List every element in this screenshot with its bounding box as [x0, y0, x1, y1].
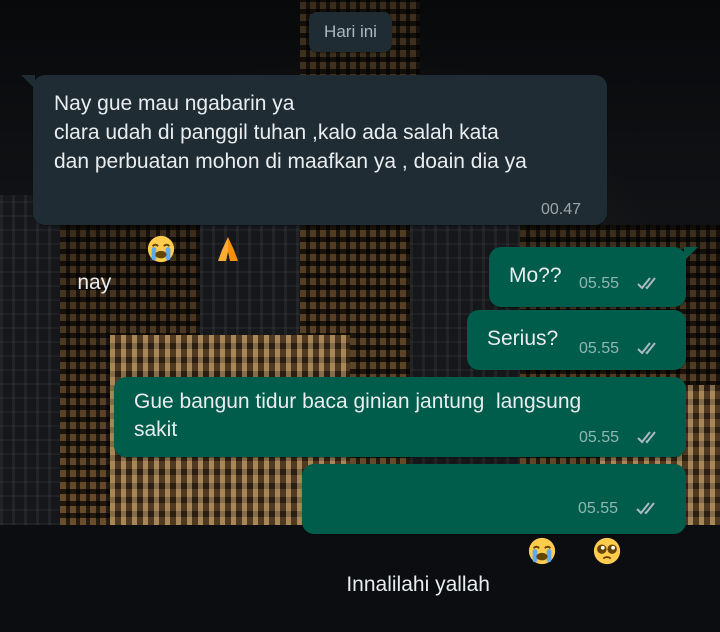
- message-line: dan perbuatan mohon di maafkan ya , doai…: [54, 150, 527, 173]
- message-line-text: nay: [77, 271, 112, 294]
- message-timestamp: 00.47: [541, 201, 582, 218]
- message-line: clara udah di panggil tuhan ,kalo ada sa…: [54, 121, 499, 144]
- date-separator-label: Hari ini: [324, 22, 377, 41]
- outgoing-message[interactable]: Innalilahi yallah 05.55: [302, 464, 686, 596]
- message-timestamp: 05.55: [578, 500, 619, 517]
- message-line: Gue bangun tidur baca ginian jantung lan…: [134, 390, 582, 413]
- loudly-crying-face-icon: [492, 507, 557, 603]
- read-receipt-icon: [637, 431, 656, 444]
- pleading-face-icon: [557, 507, 622, 603]
- bubble-tail: [684, 247, 698, 261]
- message-line: sakit: [134, 418, 178, 441]
- message-timestamp: 05.55: [579, 429, 620, 446]
- bubble-tail: [21, 75, 35, 89]
- folded-hands-icon: [180, 205, 241, 301]
- message-timestamp: 05.55: [579, 340, 620, 357]
- message-text: Serius?: [487, 327, 559, 350]
- read-receipt-icon: [636, 502, 655, 515]
- outgoing-message[interactable]: Mo?? 05.55: [489, 247, 698, 307]
- incoming-message[interactable]: Nay gue mau ngabarin ya clara udah di pa…: [21, 75, 607, 294]
- outgoing-message[interactable]: Gue bangun tidur baca ginian jantung lan…: [114, 377, 686, 457]
- message-text: Mo??: [509, 264, 562, 287]
- message-timestamp: 05.55: [579, 275, 620, 292]
- loudly-crying-face-icon: [111, 205, 176, 301]
- outgoing-message[interactable]: Serius? 05.55: [467, 310, 686, 370]
- read-receipt-icon: [637, 277, 656, 290]
- message-line: Nay gue mau ngabarin ya: [54, 92, 295, 115]
- date-separator: Hari ini: [309, 12, 392, 52]
- message-line: nay: [54, 176, 241, 330]
- message-text: Innalilahi yallah: [346, 573, 490, 596]
- read-receipt-icon: [637, 342, 656, 355]
